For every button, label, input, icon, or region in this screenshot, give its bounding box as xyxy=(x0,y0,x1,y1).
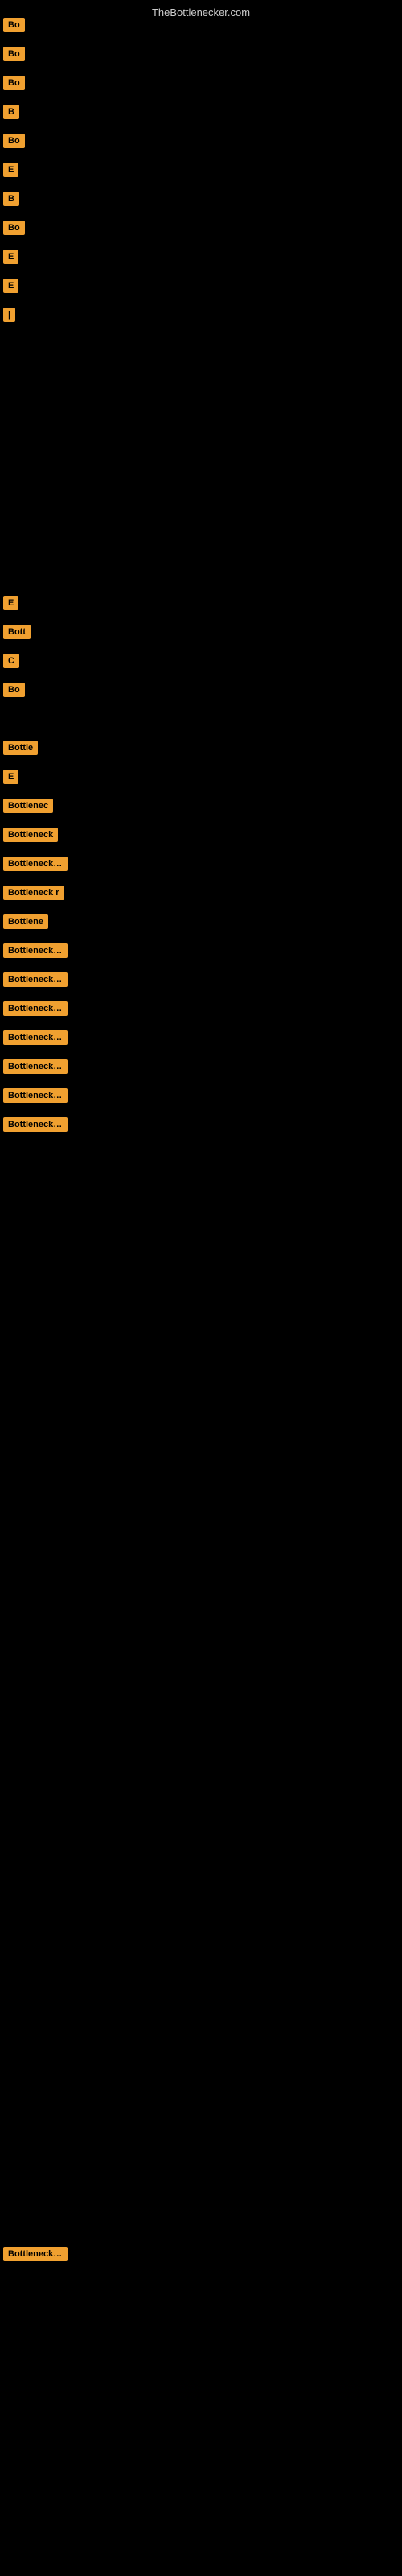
badge-row-3: Bo xyxy=(3,76,25,94)
badge-row-26: Bottleneck resu xyxy=(3,1030,68,1049)
orange-badge-1[interactable]: Bo xyxy=(3,18,25,32)
orange-badge-25[interactable]: Bottleneck resu xyxy=(3,1001,68,1016)
badge-row-5: Bo xyxy=(3,134,25,152)
badge-row-30: Bottleneck res xyxy=(3,2247,68,2265)
orange-badge-23[interactable]: Bottleneck re xyxy=(3,943,68,958)
orange-badge-2[interactable]: Bo xyxy=(3,47,25,61)
orange-badge-11[interactable]: | xyxy=(3,308,15,322)
badge-row-25: Bottleneck resu xyxy=(3,1001,68,1020)
badge-row-13: Bott xyxy=(3,625,31,643)
orange-badge-10[interactable]: E xyxy=(3,279,18,293)
orange-badge-12[interactable]: E xyxy=(3,596,18,610)
orange-badge-8[interactable]: Bo xyxy=(3,221,25,235)
badge-row-7: B xyxy=(3,192,19,210)
badge-row-17: E xyxy=(3,770,18,788)
badge-row-15: Bo xyxy=(3,683,25,701)
badge-row-20: Bottleneck re xyxy=(3,857,68,875)
orange-badge-14[interactable]: C xyxy=(3,654,19,668)
badge-row-21: Bottleneck r xyxy=(3,886,64,904)
badge-row-11: | xyxy=(3,308,15,326)
badge-row-1: Bo xyxy=(3,18,25,36)
site-title: TheBottlenecker.com xyxy=(0,0,402,22)
orange-badge-27[interactable]: Bottleneck resu xyxy=(3,1059,68,1074)
badge-row-4: B xyxy=(3,105,19,123)
orange-badge-28[interactable]: Bottleneck resu xyxy=(3,1088,68,1103)
badge-row-23: Bottleneck re xyxy=(3,943,68,962)
orange-badge-9[interactable]: E xyxy=(3,250,18,264)
badge-row-22: Bottlene xyxy=(3,914,48,933)
orange-badge-16[interactable]: Bottle xyxy=(3,741,38,755)
orange-badge-21[interactable]: Bottleneck r xyxy=(3,886,64,900)
badge-row-18: Bottlenec xyxy=(3,799,53,817)
orange-badge-3[interactable]: Bo xyxy=(3,76,25,90)
orange-badge-24[interactable]: Bottleneck resu xyxy=(3,972,68,987)
badge-row-14: C xyxy=(3,654,19,672)
badge-row-12: E xyxy=(3,596,18,614)
orange-badge-15[interactable]: Bo xyxy=(3,683,25,697)
orange-badge-5[interactable]: Bo xyxy=(3,134,25,148)
badge-row-19: Bottleneck xyxy=(3,828,58,846)
orange-badge-22[interactable]: Bottlene xyxy=(3,914,48,929)
orange-badge-29[interactable]: Bottleneck re xyxy=(3,1117,68,1132)
orange-badge-13[interactable]: Bott xyxy=(3,625,31,639)
badge-row-9: E xyxy=(3,250,18,268)
badge-row-6: E xyxy=(3,163,18,181)
orange-badge-19[interactable]: Bottleneck xyxy=(3,828,58,842)
orange-badge-7[interactable]: B xyxy=(3,192,19,206)
badge-row-10: E xyxy=(3,279,18,297)
orange-badge-26[interactable]: Bottleneck resu xyxy=(3,1030,68,1045)
orange-badge-18[interactable]: Bottlenec xyxy=(3,799,53,813)
orange-badge-20[interactable]: Bottleneck re xyxy=(3,857,68,871)
badge-row-29: Bottleneck re xyxy=(3,1117,68,1136)
badge-row-24: Bottleneck resu xyxy=(3,972,68,991)
orange-badge-6[interactable]: E xyxy=(3,163,18,177)
orange-badge-30[interactable]: Bottleneck res xyxy=(3,2247,68,2261)
orange-badge-4[interactable]: B xyxy=(3,105,19,119)
badge-row-16: Bottle xyxy=(3,741,38,759)
badge-row-28: Bottleneck resu xyxy=(3,1088,68,1107)
badge-row-2: Bo xyxy=(3,47,25,65)
orange-badge-17[interactable]: E xyxy=(3,770,18,784)
badge-row-8: Bo xyxy=(3,221,25,239)
badge-row-27: Bottleneck resu xyxy=(3,1059,68,1078)
